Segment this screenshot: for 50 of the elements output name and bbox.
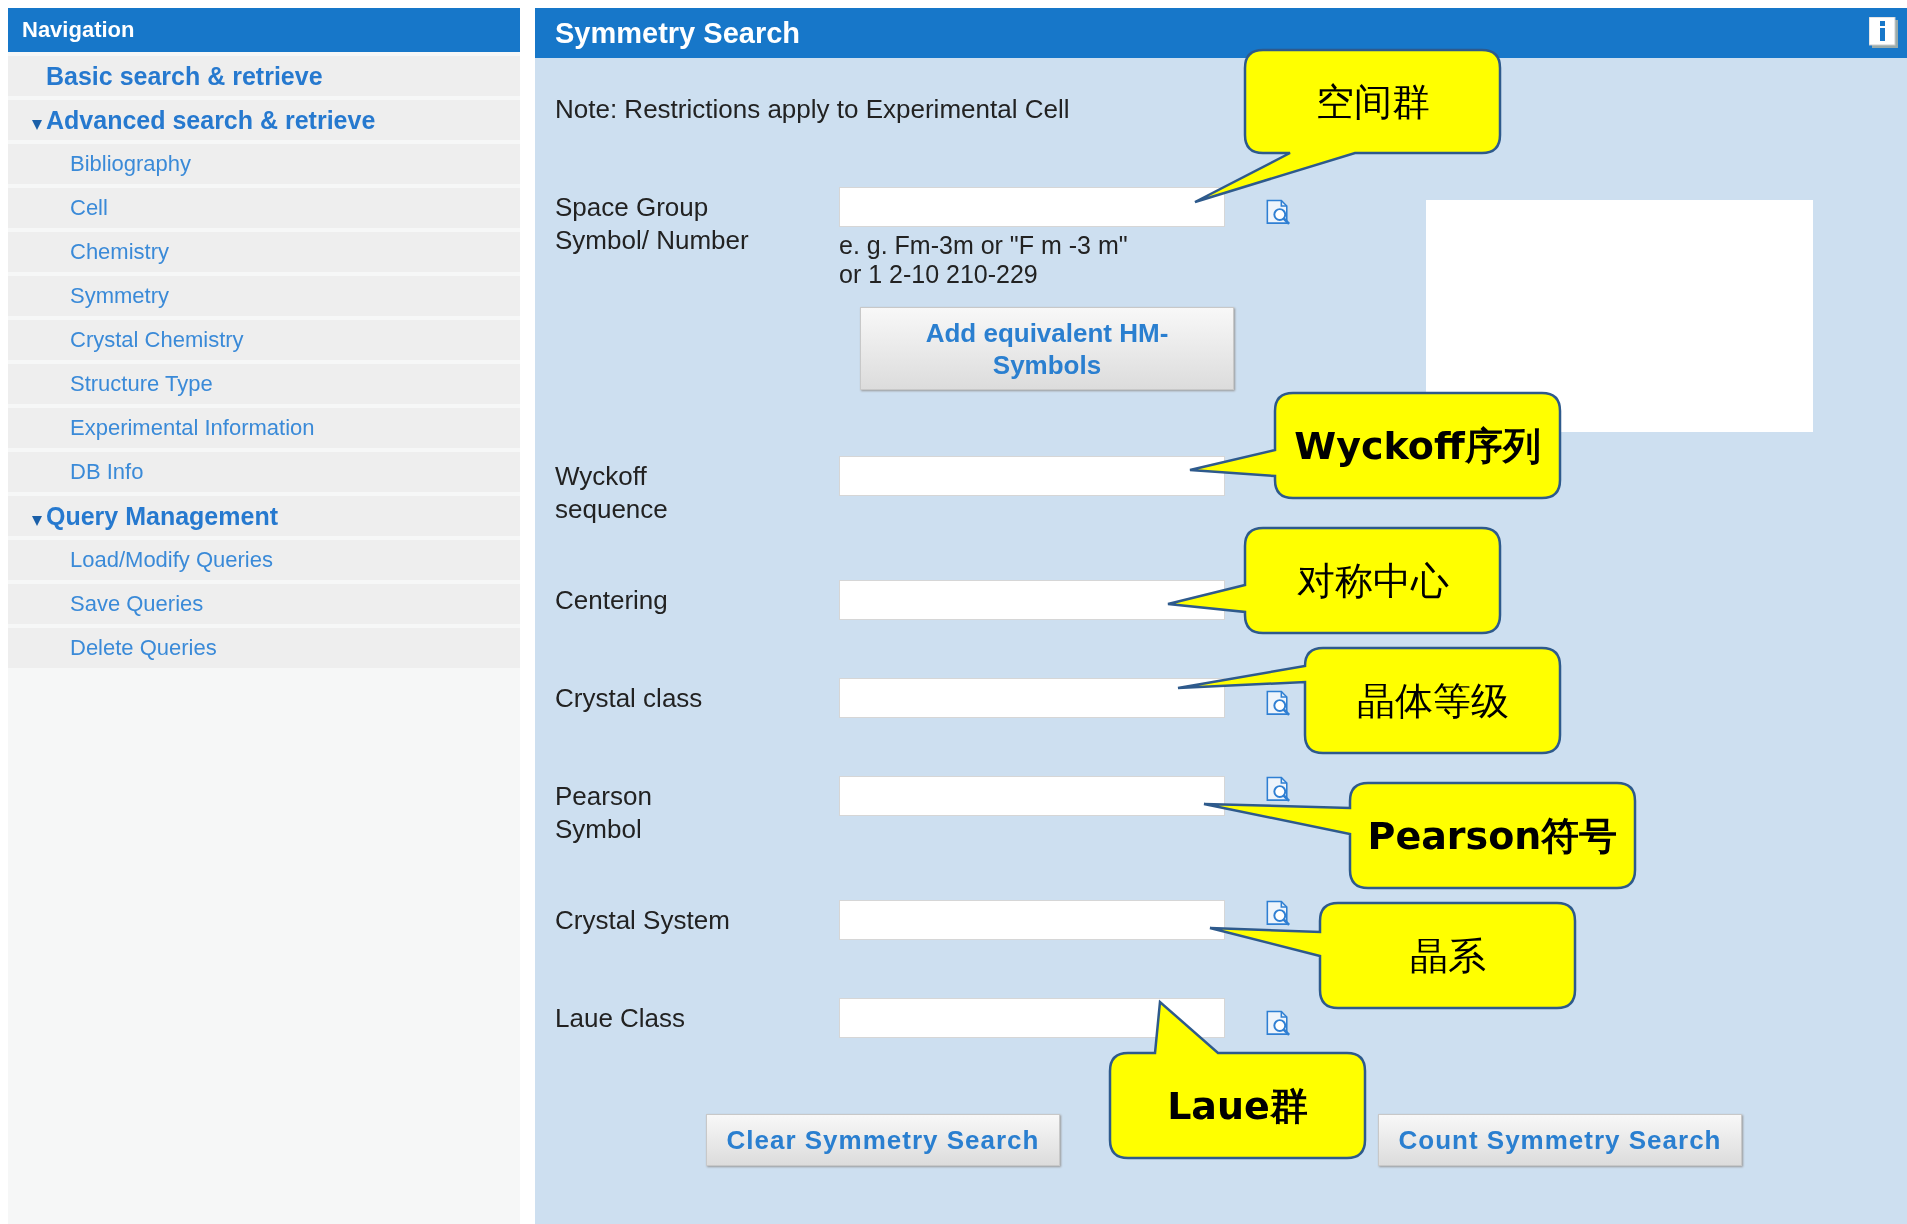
document-search-icon[interactable] xyxy=(1265,900,1293,928)
callout-text: Wyckoff序列 xyxy=(1294,423,1541,468)
nav-link[interactable]: Advanced search & retrieve xyxy=(46,105,376,135)
field-label: Centering xyxy=(555,584,668,617)
panel-title: Symmetry Search xyxy=(555,16,801,50)
nav-link[interactable]: Crystal Chemistry xyxy=(70,327,244,353)
nav-link[interactable]: Save Queries xyxy=(70,591,204,617)
navigation-title: Navigation xyxy=(8,8,520,52)
field-label: Crystal System xyxy=(555,904,730,937)
input-field[interactable] xyxy=(839,187,1225,227)
callout-text: 晶系 xyxy=(1409,933,1486,978)
field-label: Space Group Symbol/ Number xyxy=(555,191,749,257)
nav-link[interactable]: Chemistry xyxy=(70,239,169,265)
nav-link[interactable]: Basic search & retrieve xyxy=(46,61,323,91)
callout-text: Pearson符号 xyxy=(1367,813,1618,858)
field-label: Crystal class xyxy=(555,682,703,715)
hint-text: e. g. Fm-3m or "F m -3 m" or 1 2-10 210-229 xyxy=(839,231,1129,289)
add-symbols-button[interactable]: Add equivalent HM-Symbols xyxy=(860,307,1234,390)
input-field[interactable] xyxy=(839,678,1225,718)
callout-text: Laue群 xyxy=(1167,1083,1308,1128)
callout-text: 晶体等级 xyxy=(1356,678,1509,723)
nav-link[interactable]: Query Management xyxy=(46,501,278,531)
document-search-icon[interactable] xyxy=(1265,690,1293,718)
nav-link[interactable]: Cell xyxy=(70,195,108,221)
nav-link[interactable]: Symmetry xyxy=(70,283,169,309)
nav-link[interactable]: DB Info xyxy=(70,459,144,485)
nav-link[interactable]: Bibliography xyxy=(70,151,192,177)
field-label: Laue Class xyxy=(555,1002,686,1035)
input-field[interactable] xyxy=(839,456,1225,496)
callout-text: 对称中心 xyxy=(1296,558,1449,603)
nav-link[interactable]: Load/Modify Queries xyxy=(70,547,273,573)
field-label: Wyckoff sequence xyxy=(555,460,668,526)
field-label: Pearson Symbol xyxy=(555,780,652,846)
input-field[interactable] xyxy=(839,580,1225,620)
nav-link[interactable]: Experimental Information xyxy=(70,415,315,441)
nav-link[interactable]: Delete Queries xyxy=(70,635,217,661)
caret-down-icon[interactable] xyxy=(30,117,44,131)
document-search-icon[interactable] xyxy=(1265,776,1293,804)
input-field[interactable] xyxy=(839,776,1225,816)
note-text: Note: Restrictions apply to Experimental Cell xyxy=(555,94,1070,125)
input-field[interactable] xyxy=(839,900,1225,940)
input-field[interactable] xyxy=(839,998,1225,1038)
count-button[interactable]: Count Symmetry Search xyxy=(1378,1114,1742,1166)
nav-link[interactable]: Structure Type xyxy=(70,371,213,397)
info-icon[interactable] xyxy=(1869,17,1899,49)
document-search-icon[interactable] xyxy=(1265,199,1293,227)
clear-button[interactable]: Clear Symmetry Search xyxy=(706,1114,1060,1166)
caret-down-icon[interactable] xyxy=(30,513,44,527)
document-search-icon[interactable] xyxy=(1265,1010,1293,1038)
callout-text: 空间群 xyxy=(1315,79,1430,124)
